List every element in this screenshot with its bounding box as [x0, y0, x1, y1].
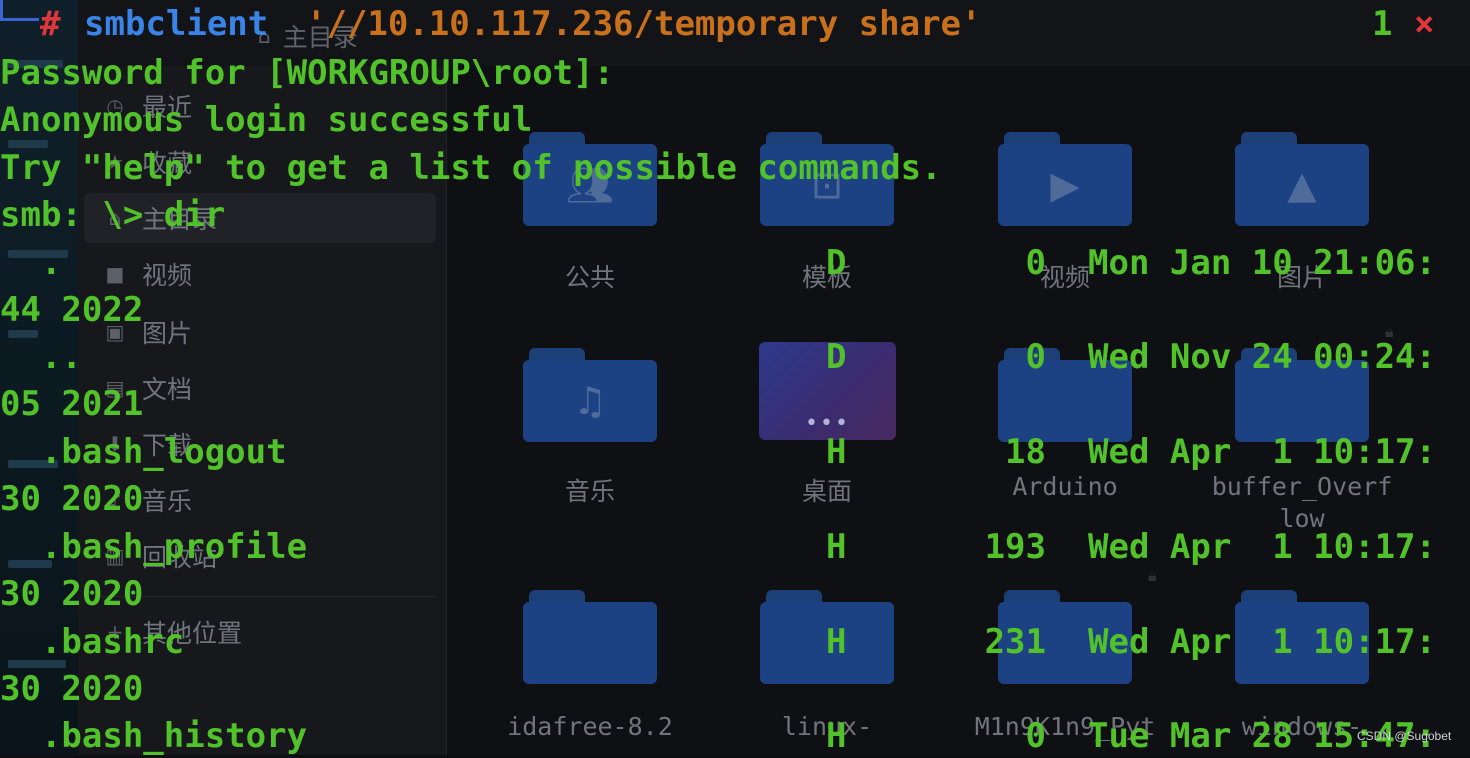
terminal-output[interactable]: # smbclient '//10.10.117.236/temporary s… — [0, 0, 1470, 756]
dir-entry-attr: D — [826, 243, 847, 283]
dir-entry-date: Mon Jan 10 21:06: — [1088, 243, 1436, 283]
dir-entry-date-wrap: 30 2020 — [0, 574, 144, 614]
dir-entry-date: Wed Apr 1 10:17: — [1088, 622, 1436, 662]
dir-entry-attr: H — [826, 527, 847, 567]
dir-entry-name: .bashrc — [0, 622, 185, 662]
terminal-line: Password for [WORKGROUP\root]: — [0, 53, 615, 93]
dir-entry-size: 0 — [1025, 243, 1046, 283]
terminal-line: Try "help" to get a list of possible com… — [0, 148, 942, 188]
dir-entry-size: 193 — [984, 527, 1046, 567]
prompt-hash: # — [40, 4, 61, 44]
dir-entry-date: Wed Nov 24 00:24: — [1088, 337, 1436, 377]
terminal-line: Anonymous login successful — [0, 100, 533, 140]
dir-entry-attr: H — [826, 716, 847, 756]
dir-entry-date-wrap: 44 2022 — [0, 290, 144, 330]
dir-entry-size: 18 — [1005, 432, 1046, 472]
dir-entry-attr: D — [826, 337, 847, 377]
dir-entry-size: 0 — [1025, 716, 1046, 756]
exit-status: 1 — [1372, 4, 1393, 44]
prompt-bracket — [0, 0, 39, 21]
exit-error-icon: × — [1414, 4, 1435, 44]
prompt-argument: '//10.10.117.236/temporary share' — [306, 4, 982, 44]
dir-entry-name: . — [0, 243, 62, 283]
watermark: CSDN @Sugobet — [1357, 729, 1452, 743]
dir-entry-name: .bash_logout — [0, 432, 287, 472]
prompt-command: smbclient — [84, 4, 269, 44]
terminal-line: smb: \> dir — [0, 195, 226, 235]
dir-entry-date-wrap: 30 2020 — [0, 479, 144, 519]
dir-entry-size: 231 — [984, 622, 1046, 662]
dir-entry-size: 0 — [1025, 337, 1046, 377]
dir-entry-attr: H — [826, 432, 847, 472]
dir-entry-date-wrap: 30 2020 — [0, 669, 144, 709]
dir-entry-attr: H — [826, 622, 847, 662]
dir-entry-date: Wed Apr 1 10:17: — [1088, 527, 1436, 567]
dir-entry-name: .bash_profile — [0, 527, 308, 567]
dir-entry-date: Wed Apr 1 10:17: — [1088, 432, 1436, 472]
dir-entry-name: .. — [0, 337, 82, 377]
dir-entry-name: .bash_history — [0, 716, 308, 756]
dir-entry-date-wrap: 05 2021 — [0, 384, 144, 424]
